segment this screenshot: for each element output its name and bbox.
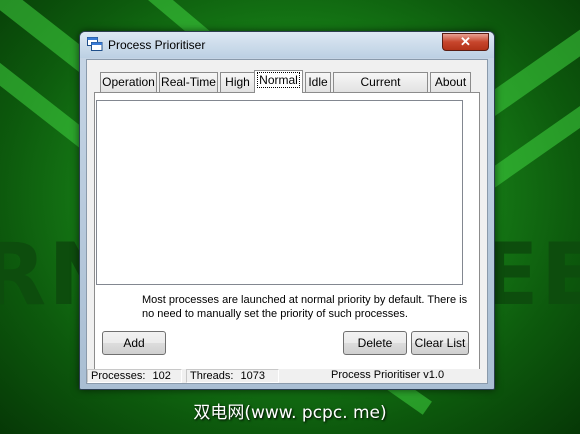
app-window: Process Prioritiser ✕ Operation Real-Tim… bbox=[79, 31, 495, 390]
watermark-text: 双电网(www. pcpc. me) bbox=[193, 403, 387, 423]
window-title: Process Prioritiser bbox=[108, 38, 206, 52]
tab-high[interactable]: High bbox=[220, 72, 255, 92]
tab-real-time[interactable]: Real-Time bbox=[159, 72, 218, 92]
tab-about[interactable]: About bbox=[430, 72, 471, 92]
app-version: Process Prioritiser v1.0 bbox=[331, 369, 445, 381]
tab-normal[interactable]: Normal bbox=[254, 70, 303, 93]
tab-operation[interactable]: Operation bbox=[100, 72, 157, 92]
close-button[interactable]: ✕ bbox=[442, 33, 489, 51]
threads-count: 1073 bbox=[240, 370, 265, 382]
tab-label: Idle bbox=[308, 75, 328, 89]
wallpaper-letters-right: EE bbox=[480, 225, 580, 325]
process-list[interactable] bbox=[96, 100, 463, 285]
tab-label: Operation bbox=[102, 75, 155, 89]
tab-label: Real-Time bbox=[161, 75, 216, 89]
status-threads: Threads: 1073 bbox=[186, 369, 279, 383]
tab-idle[interactable]: Idle bbox=[305, 72, 331, 92]
threads-label: Threads: bbox=[190, 370, 234, 382]
status-processes: Processes: 102 bbox=[87, 369, 182, 383]
normal-priority-description: Most processes are launched at normal pr… bbox=[142, 294, 468, 320]
client-area: Operation Real-Time High Normal Idle Cur… bbox=[86, 59, 488, 384]
delete-button[interactable]: Delete bbox=[343, 331, 407, 355]
processes-count: 102 bbox=[152, 370, 171, 382]
close-icon: ✕ bbox=[460, 34, 471, 49]
processes-label: Processes: bbox=[91, 370, 146, 382]
windows-stack-icon bbox=[87, 37, 103, 51]
tab-label: About bbox=[434, 75, 467, 89]
tab-label: Normal bbox=[257, 72, 300, 88]
add-button[interactable]: Add bbox=[102, 331, 166, 355]
status-bar: Processes: 102 Threads: 1073 Process Pri… bbox=[87, 369, 487, 383]
title-bar[interactable]: Process Prioritiser ✕ bbox=[80, 32, 494, 58]
tab-label: High bbox=[225, 75, 250, 89]
tab-current-processes[interactable]: Current Processes bbox=[333, 72, 428, 107]
clear-list-button[interactable]: Clear List bbox=[411, 331, 469, 355]
